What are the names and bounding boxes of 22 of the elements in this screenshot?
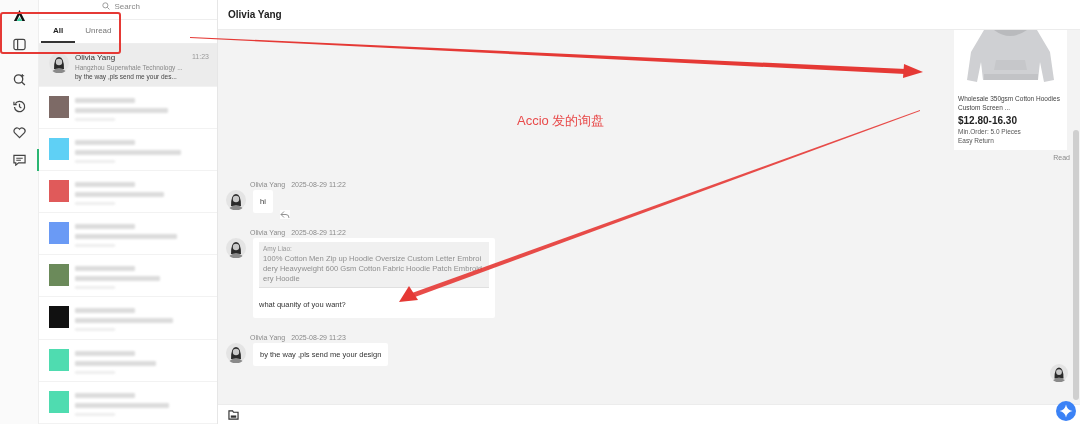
scrollbar[interactable] bbox=[1073, 130, 1079, 400]
avatar bbox=[226, 343, 246, 363]
avatar bbox=[49, 53, 69, 74]
annotation-label: Accio 发的询盘 bbox=[517, 112, 605, 130]
logo-icon bbox=[12, 9, 26, 22]
chat-title: Olivia Yang bbox=[228, 9, 282, 20]
tab[interactable]: Unread bbox=[75, 20, 122, 44]
history-icon bbox=[12, 99, 26, 113]
folder-icon[interactable] bbox=[228, 409, 239, 420]
product-price: $12.80-16.30 bbox=[957, 114, 1018, 126]
sparkle-button[interactable] bbox=[1056, 401, 1076, 421]
search-icon bbox=[101, 2, 110, 10]
heart-icon bbox=[12, 127, 26, 139]
contact-name: Olivia Yang bbox=[75, 53, 116, 63]
avatar bbox=[226, 190, 246, 210]
search-field[interactable]: Search bbox=[114, 2, 155, 11]
contact-avatar bbox=[1050, 364, 1068, 382]
sidebar-toggle-icon bbox=[12, 37, 26, 51]
avatar bbox=[226, 238, 246, 258]
chat-icon bbox=[12, 154, 26, 166]
search-icon bbox=[12, 72, 26, 86]
reply-icon[interactable] bbox=[279, 210, 290, 219]
